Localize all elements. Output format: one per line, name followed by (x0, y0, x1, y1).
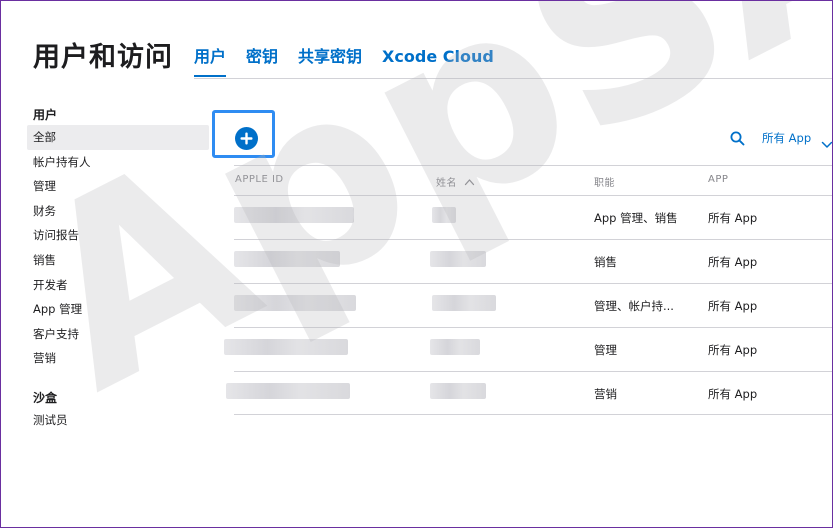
add-user-button[interactable] (235, 127, 258, 150)
tab-shared-keys[interactable]: 共享密钥 (298, 47, 362, 77)
row-divider (234, 371, 832, 372)
sidebar: 用户 全部 帐户持有人 管理 财务 访问报告 销售 开发者 App 管理 客户支… (27, 105, 227, 433)
sidebar-item-all[interactable]: 全部 (27, 125, 209, 150)
apple-id-redacted (234, 251, 340, 267)
table-row[interactable]: 管理 所有 App (224, 327, 832, 371)
name-redacted (430, 339, 480, 355)
table-top-divider (234, 165, 832, 166)
sidebar-item-sales[interactable]: 销售 (27, 248, 227, 273)
app-cell: 所有 App (708, 255, 758, 269)
apple-id-redacted (234, 207, 354, 223)
sidebar-item-access-reports[interactable]: 访问报告 (27, 223, 227, 248)
apple-id-redacted (224, 339, 348, 355)
row-divider (234, 327, 832, 328)
page-title: 用户和访问 (33, 42, 173, 73)
column-header-role: 职能 (594, 178, 615, 189)
app-cell: 所有 App (708, 343, 758, 357)
role-cell: 管理、帐户持... (594, 299, 674, 313)
row-divider (234, 195, 832, 196)
app-filter-select[interactable]: 所有 App (762, 130, 811, 146)
table-row[interactable]: 营销 所有 App (226, 371, 832, 415)
role-cell: 营销 (594, 387, 617, 401)
name-redacted (430, 251, 486, 267)
table-bottom-divider (234, 414, 832, 415)
tab-bar: 用户 密钥 共享密钥 Xcode Cloud (194, 47, 514, 77)
filter-dropdown-toggle[interactable] (821, 134, 832, 153)
search-icon (730, 131, 745, 146)
tab-xcode-cloud[interactable]: Xcode Cloud (382, 47, 494, 77)
column-header-app: APP (708, 174, 729, 185)
sidebar-item-account-holder[interactable]: 帐户持有人 (27, 150, 227, 175)
name-redacted (432, 295, 496, 311)
plus-circle-icon (240, 132, 253, 145)
chevron-down-icon (821, 141, 832, 148)
sidebar-item-finance[interactable]: 财务 (27, 199, 227, 224)
search-button[interactable] (730, 131, 745, 150)
header-divider (194, 78, 832, 79)
table-row[interactable]: 管理、帐户持... 所有 App (234, 283, 832, 327)
sidebar-heading-users: 用户 (33, 108, 58, 122)
column-header-name[interactable]: 姓名 (436, 174, 475, 189)
name-redacted (432, 207, 456, 223)
row-divider (234, 283, 832, 284)
app-cell: 所有 App (708, 211, 758, 225)
tab-users[interactable]: 用户 (194, 47, 227, 77)
sidebar-item-customer-support[interactable]: 客户支持 (27, 322, 227, 347)
role-cell: App 管理、销售 (594, 211, 678, 225)
name-redacted (430, 383, 486, 399)
app-cell: 所有 App (708, 387, 758, 401)
row-divider (234, 239, 832, 240)
tab-keys[interactable]: 密钥 (246, 47, 278, 77)
app-window: 用户和访问 用户 密钥 共享密钥 Xcode Cloud 用户 全部 帐户持有人… (0, 0, 833, 528)
sidebar-item-testers[interactable]: 测试员 (27, 408, 227, 433)
apple-id-redacted (226, 383, 350, 399)
role-cell: 管理 (594, 343, 617, 357)
sidebar-item-developer[interactable]: 开发者 (27, 273, 227, 298)
chevron-up-icon (464, 179, 474, 186)
column-header-name-label: 姓名 (436, 178, 457, 189)
sidebar-item-app-manager[interactable]: App 管理 (27, 297, 227, 322)
sidebar-item-admin[interactable]: 管理 (27, 174, 227, 199)
column-header-apple-id: APPLE ID (235, 174, 284, 185)
sidebar-heading-sandbox: 沙盒 (33, 390, 58, 405)
table-row[interactable]: App 管理、销售 所有 App (234, 195, 832, 239)
role-cell: 销售 (594, 255, 617, 269)
app-cell: 所有 App (708, 299, 758, 313)
sidebar-item-marketing[interactable]: 营销 (27, 346, 227, 371)
apple-id-redacted (234, 295, 356, 311)
table-row[interactable]: 销售 所有 App (234, 239, 832, 283)
